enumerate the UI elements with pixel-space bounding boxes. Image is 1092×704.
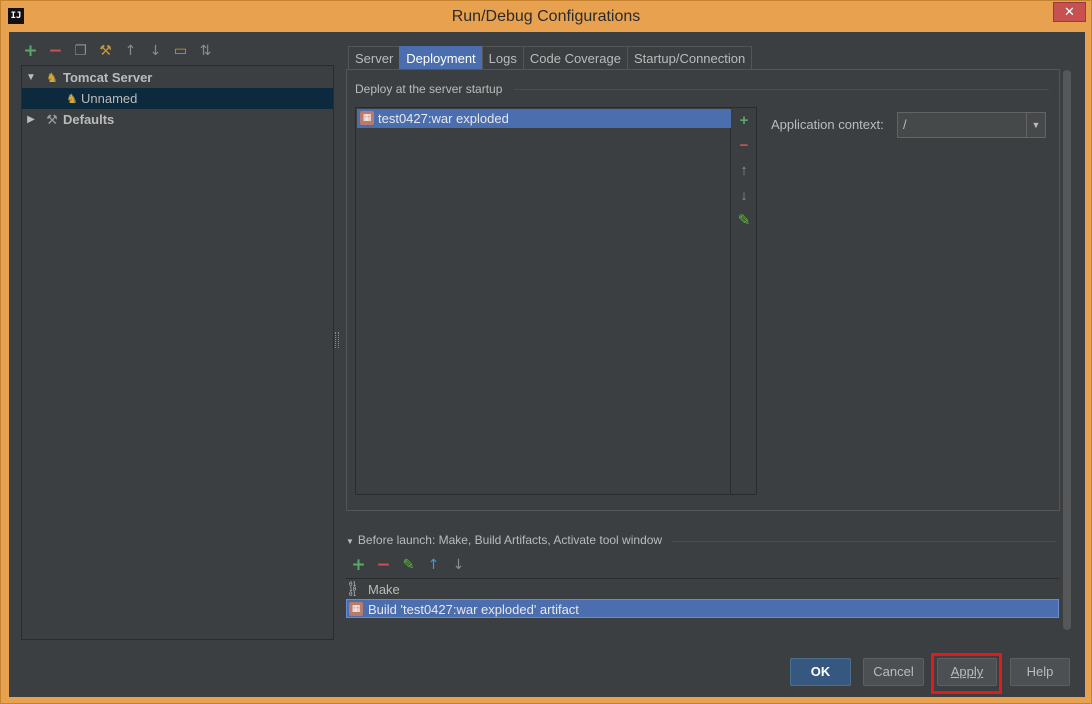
tree-item-defaults[interactable]: ▶ ⚒ Defaults: [22, 109, 333, 130]
config-tree: ▼ ♞ Tomcat Server ♞ Unnamed ▶ ⚒ Defaults: [21, 65, 334, 640]
list-item-label: Make: [368, 582, 400, 597]
list-item[interactable]: ▦ test0427:war exploded: [357, 109, 731, 128]
application-context-combo[interactable]: / ▼: [897, 112, 1046, 138]
before-launch-list[interactable]: 01 10 01 Make ▦ Build 'test0427:war explod…: [346, 578, 1059, 638]
tree-item-tomcat-server[interactable]: ▼ ♞ Tomcat Server: [22, 67, 333, 88]
cancel-button[interactable]: Cancel: [863, 658, 924, 686]
window-title: Run/Debug Configurations: [451, 8, 641, 25]
help-button[interactable]: Help: [1010, 658, 1070, 686]
expand-arrow-icon[interactable]: ▼: [25, 67, 37, 88]
sort-icon[interactable]: ⇅: [196, 42, 215, 61]
tomcat-icon: ♞: [66, 91, 78, 106]
edit-icon[interactable]: ✎: [399, 556, 418, 575]
collapse-arrow-icon[interactable]: ▶: [25, 109, 37, 130]
vertical-scrollbar[interactable]: [1063, 70, 1071, 630]
copy-icon[interactable]: ❐: [71, 42, 90, 61]
move-down-icon[interactable]: ↓: [449, 556, 468, 575]
tab-logs[interactable]: Logs: [481, 46, 524, 70]
tab-startup-connection[interactable]: Startup/Connection: [626, 46, 753, 70]
dialog-window: IJ Run/Debug Configurations ✕ + − ❐ ⚒ ↑ …: [0, 0, 1092, 704]
collapse-arrow-icon[interactable]: ▼: [346, 537, 354, 546]
add-icon[interactable]: +: [731, 111, 757, 131]
move-up-icon[interactable]: ↑: [121, 42, 140, 61]
edit-defaults-icon[interactable]: ⚒: [96, 42, 115, 61]
artifact-icon: ▦: [349, 602, 363, 616]
list-item-label: Build 'test0427:war exploded' artifact: [368, 602, 579, 617]
tree-item-label: Unnamed: [81, 91, 138, 106]
config-toolbar: + − ❐ ⚒ ↑ ↓ ▭ ⇅: [21, 40, 215, 62]
add-icon[interactable]: +: [349, 556, 368, 575]
list-item[interactable]: 01 10 01 Make: [346, 580, 1059, 599]
remove-icon[interactable]: −: [731, 136, 757, 156]
add-icon[interactable]: +: [21, 41, 40, 61]
tomcat-icon: ♞: [46, 70, 58, 85]
tree-item-label: Defaults: [63, 112, 115, 127]
close-button[interactable]: ✕: [1053, 2, 1086, 22]
deploy-section-title: Deploy at the server startup: [355, 82, 503, 96]
tab-server[interactable]: Server: [348, 46, 401, 70]
chevron-down-icon[interactable]: ▼: [1026, 113, 1045, 137]
move-up-icon[interactable]: ↑: [424, 556, 443, 575]
deploy-list-toolbar: + − ↑ ↓ ✎: [731, 107, 757, 495]
apply-button[interactable]: Apply: [937, 658, 997, 686]
move-down-icon[interactable]: ↓: [146, 42, 165, 61]
list-item[interactable]: ▦ Build 'test0427:war exploded' artifact: [346, 599, 1059, 618]
deploy-list[interactable]: ▦ test0427:war exploded: [355, 107, 731, 495]
tree-item-label: Tomcat Server: [63, 70, 153, 85]
remove-icon[interactable]: −: [374, 556, 393, 575]
ok-button[interactable]: OK: [790, 658, 851, 686]
title-bar[interactable]: IJ Run/Debug Configurations ✕: [1, 1, 1091, 32]
make-icon: 01 10 01: [349, 581, 357, 598]
before-launch-toolbar: + − ✎ ↑ ↓: [349, 556, 468, 575]
tree-item-unnamed[interactable]: ♞ Unnamed: [22, 88, 333, 109]
splitter-handle[interactable]: [335, 332, 339, 348]
application-context-label: Application context:: [771, 117, 884, 132]
list-item-label: test0427:war exploded: [378, 111, 509, 126]
section-divider: [514, 89, 1049, 90]
move-down-icon[interactable]: ↓: [731, 186, 757, 206]
dialog-content: + − ❐ ⚒ ↑ ↓ ▭ ⇅ ▼ ♞ Tomcat Server ♞ Unna…: [9, 32, 1085, 697]
before-launch-header[interactable]: ▼ Before launch: Make, Build Artifacts, A…: [346, 533, 662, 547]
move-up-icon[interactable]: ↑: [731, 161, 757, 181]
tab-strip: Server Deployment Logs Code Coverage Sta…: [348, 46, 753, 70]
artifact-icon: ▦: [360, 111, 374, 125]
before-launch-title: Before launch: Make, Build Artifacts, Ac…: [357, 533, 663, 547]
wrench-icon: ⚒: [46, 112, 58, 127]
section-divider: [671, 541, 1056, 542]
tab-code-coverage[interactable]: Code Coverage: [522, 46, 628, 70]
application-context-value[interactable]: /: [903, 113, 907, 137]
tab-deployment[interactable]: Deployment: [399, 46, 483, 70]
edit-icon[interactable]: ✎: [731, 211, 757, 231]
remove-icon[interactable]: −: [46, 41, 65, 61]
folder-icon[interactable]: ▭: [171, 42, 190, 61]
